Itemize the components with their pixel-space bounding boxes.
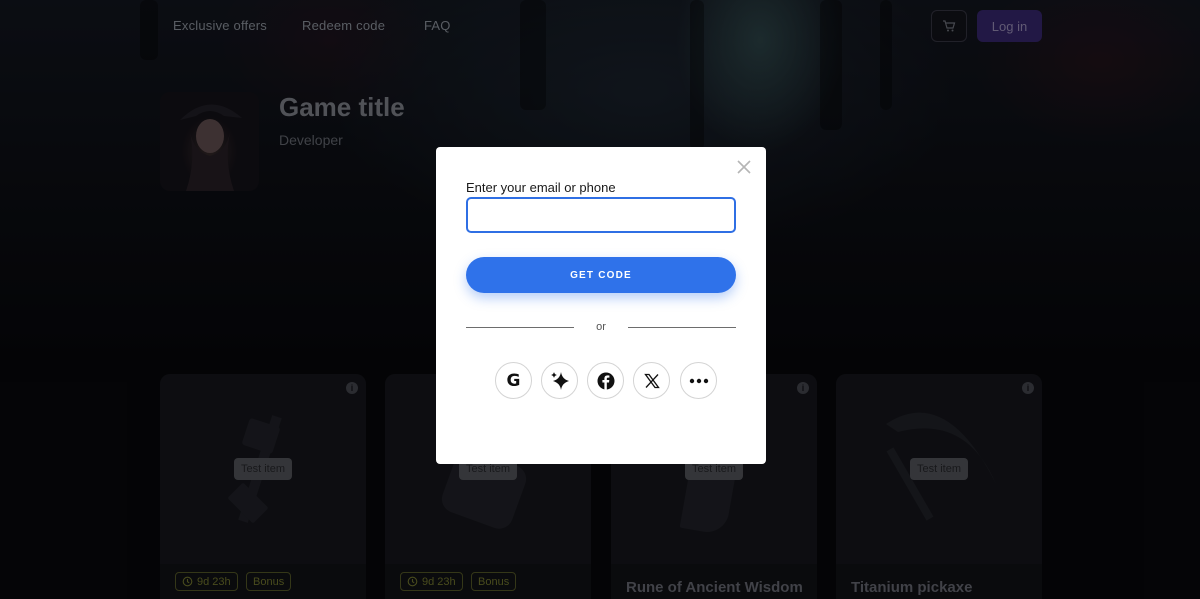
facebook-login-button[interactable] [587,362,624,399]
x-icon [643,373,660,388]
email-input[interactable] [466,197,736,233]
close-button[interactable] [736,159,752,175]
x-login-button[interactable] [633,362,670,399]
get-code-button[interactable]: GET CODE [466,257,736,293]
more-login-button[interactable] [680,362,717,399]
facebook-icon [597,372,614,389]
close-icon [737,160,751,174]
sparkle-icon [550,371,569,390]
divider-right [628,327,736,328]
google-icon: G [506,370,521,391]
login-modal: Enter your email or phone GET CODE or G [436,147,766,464]
sparkle-login-button[interactable] [541,362,578,399]
email-label: Enter your email or phone [466,180,616,195]
more-icon [689,378,708,383]
google-login-button[interactable]: G [495,362,532,399]
